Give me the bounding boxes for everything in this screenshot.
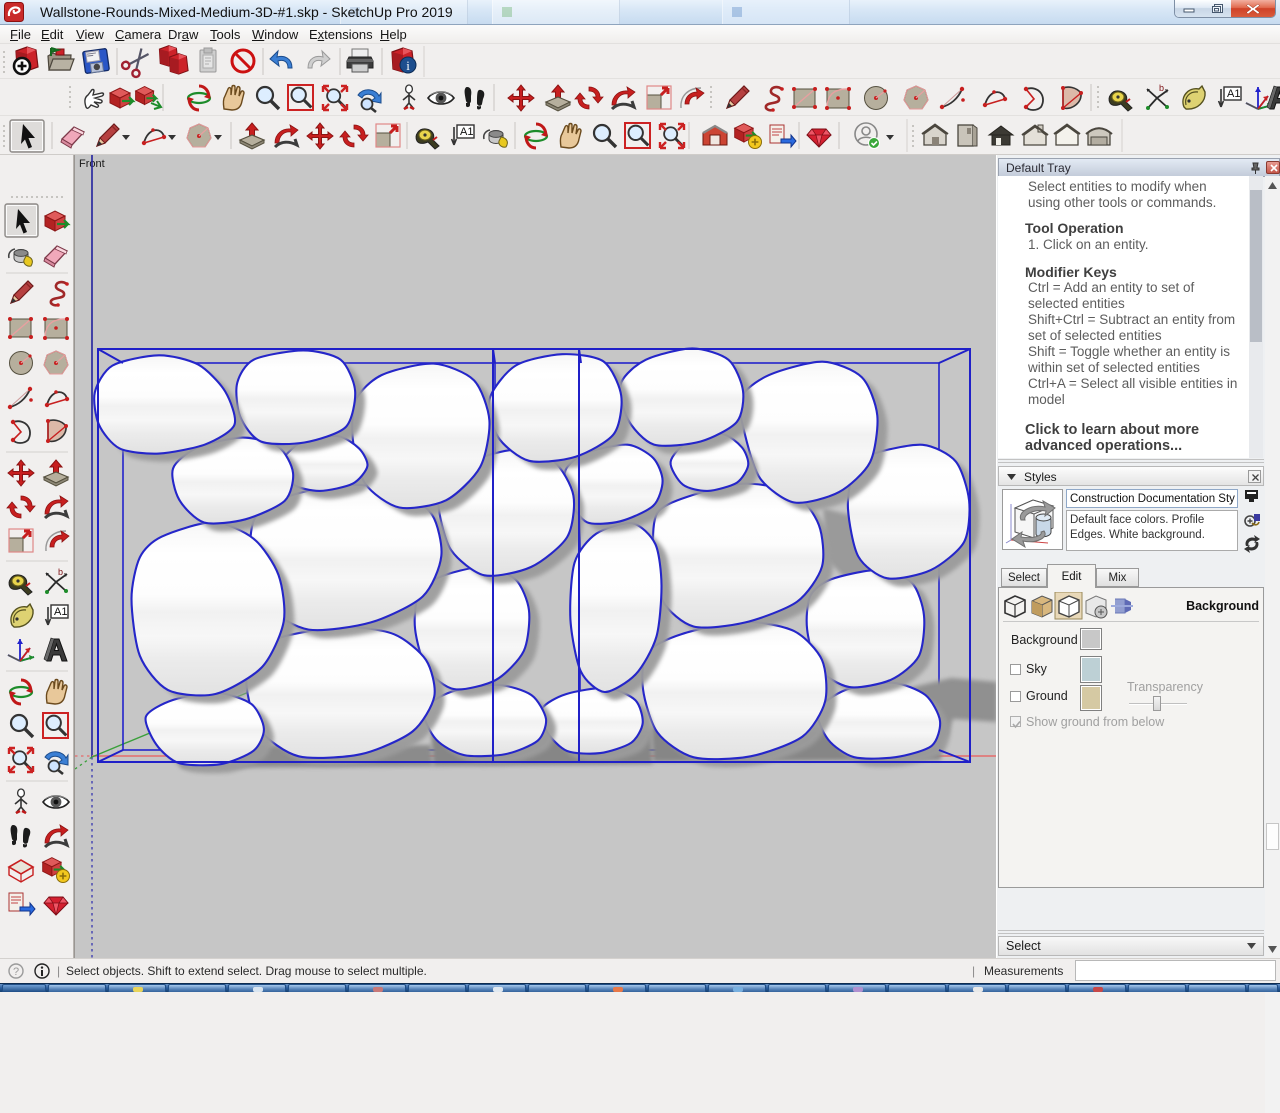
svg-text:?: ? [13,966,19,978]
svg-text:Background: Background [1186,599,1259,613]
